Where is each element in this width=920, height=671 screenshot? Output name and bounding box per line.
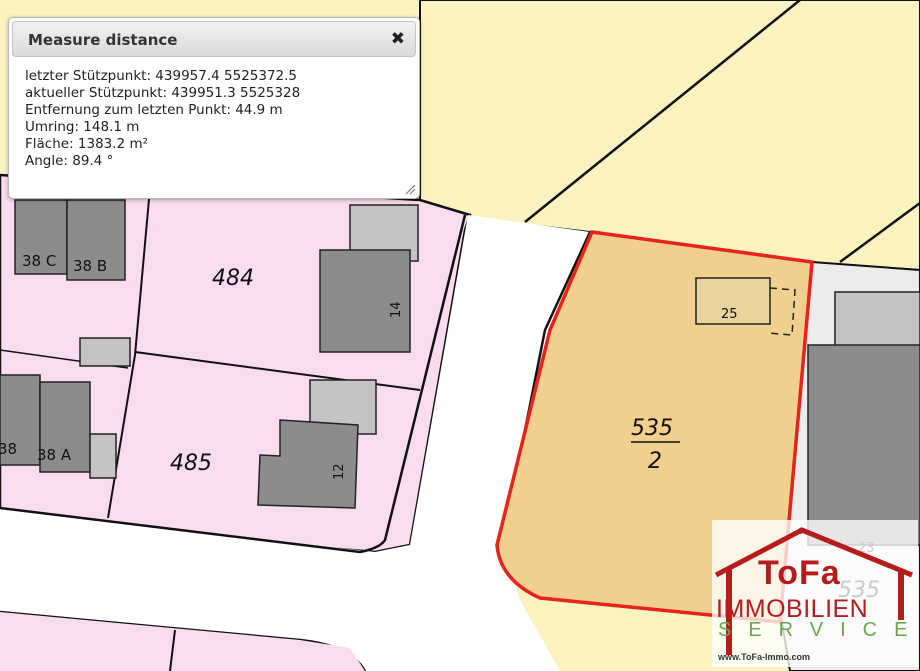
measure-results: letzter Stützpunkt: 439957.4 5525372.5 a… [25,68,300,170]
house-number-38a: 38 A [37,446,72,464]
dialog-header[interactable]: Measure distance ✖ [12,21,416,57]
house-number-38b: 38 B [73,257,107,275]
tofa-logo: ® ToFa IMMOBILIEN SERVICE www.ToFa-Immo.… [712,520,918,667]
close-icon[interactable]: ✖ [391,29,405,49]
logo-url: www.ToFa-Immo.com [718,652,811,662]
area-text: Fläche: 1383.2 m² [25,136,149,152]
measure-distance-dialog[interactable]: Measure distance ✖ letzter Stützpunkt: 4… [8,17,420,199]
current-vertex-text: aktueller Stützpunkt: 439951.3 5525328 [25,85,301,101]
logo-brand: ToFa [758,554,841,592]
perimeter-text: Umring: 148.1 m [25,119,140,135]
registered-mark: ® [798,526,805,536]
house-number-14: 14 [389,301,404,318]
resize-handle-icon[interactable] [404,183,416,195]
house-number-25: 25 [721,307,738,322]
house-number-38: 38 [0,440,17,458]
house-roof-icon [714,527,913,655]
angle-text: Angle: 89.4 ° [25,153,114,169]
dialog-title: Measure distance [28,31,178,49]
parcel-label-535-denominator: 2 [648,449,662,474]
parcel-label-484: 484 [212,266,254,291]
parcel-label-485: 485 [170,451,212,476]
logo-line-service: SERVICE [718,619,920,641]
last-vertex-text: letzter Stützpunkt: 439957.4 5525372.5 [25,68,298,84]
distance-text: Entfernung zum letzten Punkt: 44.9 m [25,102,283,118]
house-number-38c: 38 C [22,252,56,270]
parcel-label-535-numerator: 535 [631,416,673,441]
house-number-12: 12 [332,463,347,480]
